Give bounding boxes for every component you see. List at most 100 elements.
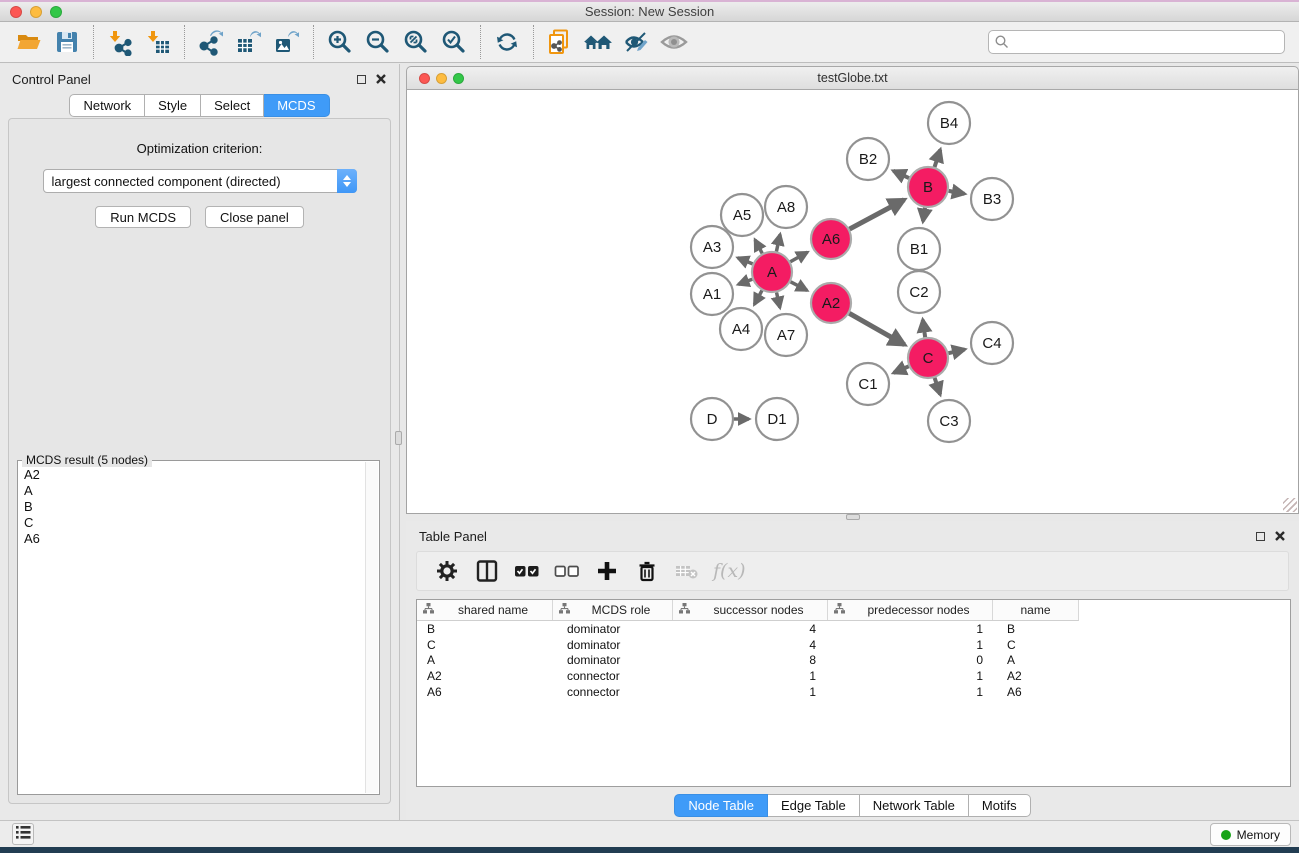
resize-grip-icon[interactable] xyxy=(1283,498,1297,512)
table-cell[interactable]: 1 xyxy=(673,669,828,683)
table-cell[interactable]: connector xyxy=(553,685,673,699)
node-C4[interactable]: C4 xyxy=(971,322,1013,364)
node-A8[interactable]: A8 xyxy=(765,186,807,228)
column-header-shared-name[interactable]: shared name xyxy=(417,600,553,620)
table-cell[interactable]: A2 xyxy=(417,669,553,683)
import-table-button[interactable] xyxy=(139,24,177,60)
float-panel-icon[interactable] xyxy=(357,75,366,84)
tab-style[interactable]: Style xyxy=(145,94,201,117)
apply-layout-button[interactable] xyxy=(488,24,526,60)
column-header-MCDS-role[interactable]: MCDS role xyxy=(553,600,673,620)
table-cell[interactable]: 1 xyxy=(828,638,993,652)
zoom-out-button[interactable] xyxy=(359,24,397,60)
run-mcds-button[interactable]: Run MCDS xyxy=(95,206,191,228)
close-panel-icon[interactable] xyxy=(375,73,387,85)
export-image-button[interactable] xyxy=(268,24,306,60)
column-header-name[interactable]: name xyxy=(993,600,1078,620)
node-B2[interactable]: B2 xyxy=(847,138,889,180)
edge-A-A6[interactable] xyxy=(790,252,807,262)
memory-button[interactable]: Memory xyxy=(1210,823,1291,846)
node-A6[interactable]: A6 xyxy=(811,219,851,259)
table-settings-button[interactable] xyxy=(427,554,467,588)
select-all-columns-button[interactable] xyxy=(507,554,547,588)
tab-motifs[interactable]: Motifs xyxy=(969,794,1031,817)
table-cell[interactable]: 1 xyxy=(828,685,993,699)
mcds-result-item[interactable]: C xyxy=(19,515,364,531)
search-input[interactable] xyxy=(988,30,1285,54)
table-cell[interactable]: A xyxy=(993,653,1078,667)
table-cell[interactable]: dominator xyxy=(553,622,673,636)
tab-mcds[interactable]: MCDS xyxy=(264,94,329,117)
node-A3[interactable]: A3 xyxy=(691,226,733,268)
tab-network[interactable]: Network xyxy=(69,94,145,117)
horizontal-splitter-grip[interactable] xyxy=(846,514,860,520)
mcds-result-item[interactable]: A xyxy=(19,483,364,499)
table-cell[interactable]: A6 xyxy=(993,685,1078,699)
table-cell[interactable]: A6 xyxy=(417,685,553,699)
table-cell[interactable]: 1 xyxy=(673,685,828,699)
mcds-result-item[interactable]: A2 xyxy=(19,467,364,483)
edge-A2-C[interactable] xyxy=(849,313,904,344)
table-cell[interactable]: dominator xyxy=(553,653,673,667)
edge-A-A4[interactable] xyxy=(754,290,762,304)
mcds-result-item[interactable]: A6 xyxy=(19,531,364,547)
table-cell[interactable]: 1 xyxy=(828,622,993,636)
table-row[interactable]: Adominator80A xyxy=(417,653,1290,669)
edge-B-B1[interactable] xyxy=(923,208,925,222)
table-cell[interactable]: 4 xyxy=(673,622,828,636)
table-cell[interactable]: 0 xyxy=(828,653,993,667)
node-A4[interactable]: A4 xyxy=(720,308,762,350)
new-network-from-selection-button[interactable] xyxy=(541,24,579,60)
table-row[interactable]: Cdominator41C xyxy=(417,637,1290,653)
edge-A-A1[interactable] xyxy=(738,279,752,284)
export-network-button[interactable] xyxy=(192,24,230,60)
table-cell[interactable]: 4 xyxy=(673,638,828,652)
network-canvas[interactable]: B4B2BB3A8A5A6A3B1AC2A1A2A4A7C4CC1DD1C3 xyxy=(406,90,1299,514)
node-B1[interactable]: B1 xyxy=(898,228,940,270)
edge-C-C2[interactable] xyxy=(923,320,925,337)
zoom-in-button[interactable] xyxy=(321,24,359,60)
column-header-successor-nodes[interactable]: successor nodes xyxy=(673,600,828,620)
table-cell[interactable]: 1 xyxy=(828,669,993,683)
zoom-fit-button[interactable] xyxy=(397,24,435,60)
table-row[interactable]: A6connector11A6 xyxy=(417,684,1290,700)
edge-A6-B[interactable] xyxy=(850,200,905,229)
column-header-predecessor-nodes[interactable]: predecessor nodes xyxy=(828,600,993,620)
tab-node-table[interactable]: Node Table xyxy=(674,794,768,817)
table-cell[interactable]: C xyxy=(993,638,1078,652)
node-A2[interactable]: A2 xyxy=(811,283,851,323)
edge-A-A5[interactable] xyxy=(755,240,762,254)
export-table-button[interactable] xyxy=(230,24,268,60)
edge-C-C3[interactable] xyxy=(935,378,941,395)
edge-C-C4[interactable] xyxy=(948,349,964,353)
edge-A-A3[interactable] xyxy=(738,258,753,264)
node-D[interactable]: D xyxy=(691,398,733,440)
table-row[interactable]: A2connector11A2 xyxy=(417,668,1290,684)
node-B4[interactable]: B4 xyxy=(928,102,970,144)
table-cell[interactable]: 8 xyxy=(673,653,828,667)
mcds-result-item[interactable]: B xyxy=(19,499,364,515)
edge-A-A7[interactable] xyxy=(777,292,780,307)
import-network-button[interactable] xyxy=(101,24,139,60)
table-cell[interactable]: A xyxy=(417,653,553,667)
edge-B-B2[interactable] xyxy=(893,171,909,178)
save-session-button[interactable] xyxy=(48,24,86,60)
close-panel-icon[interactable] xyxy=(1274,530,1286,542)
edge-B-B4[interactable] xyxy=(935,150,941,167)
edge-C-C1[interactable] xyxy=(894,366,909,373)
tab-select[interactable]: Select xyxy=(201,94,264,117)
edge-B-B3[interactable] xyxy=(949,191,965,194)
node-C[interactable]: C xyxy=(908,338,948,378)
network-window-titlebar[interactable]: testGlobe.txt xyxy=(406,66,1299,90)
float-panel-icon[interactable] xyxy=(1256,532,1265,541)
delete-table-button[interactable] xyxy=(667,554,707,588)
table-cell[interactable]: dominator xyxy=(553,638,673,652)
delete-column-button[interactable] xyxy=(627,554,667,588)
table-cell[interactable]: B xyxy=(417,622,553,636)
function-builder-button[interactable]: f(x) xyxy=(713,560,746,582)
result-scrollbar[interactable] xyxy=(365,462,378,793)
task-history-button[interactable] xyxy=(12,823,34,845)
table-row[interactable]: Bdominator41B xyxy=(417,621,1290,637)
node-A5[interactable]: A5 xyxy=(721,194,763,236)
node-D1[interactable]: D1 xyxy=(756,398,798,440)
